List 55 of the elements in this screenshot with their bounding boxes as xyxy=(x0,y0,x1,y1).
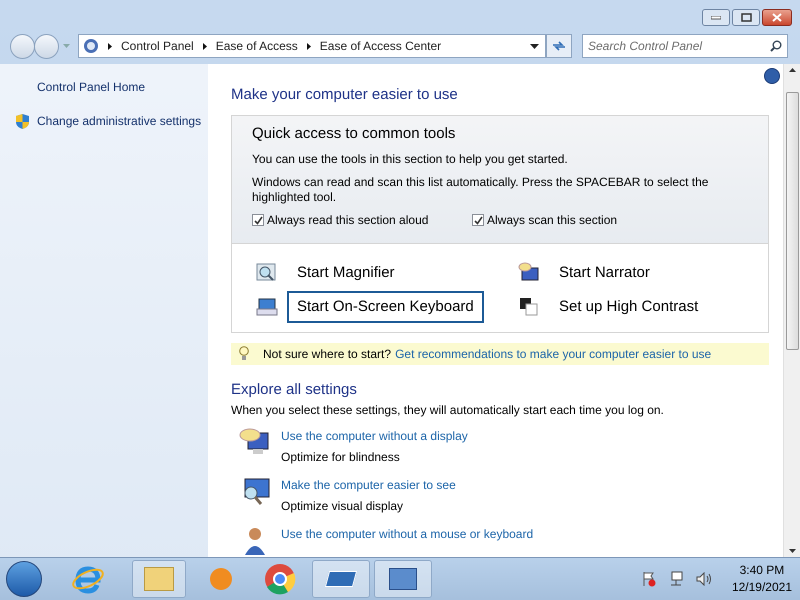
settings-link[interactable]: Use the computer without a mouse or keyboard xyxy=(281,525,534,543)
checkbox[interactable] xyxy=(472,214,484,226)
tool-link[interactable]: Set up High Contrast xyxy=(549,290,708,324)
recommendations-link[interactable]: Get recommendations to make your computer easier to use xyxy=(395,344,712,363)
scrollbar[interactable] xyxy=(783,64,800,557)
close-icon xyxy=(772,13,782,22)
speaker-icon[interactable] xyxy=(696,572,712,586)
refresh-icon xyxy=(552,40,566,52)
lightbulb-icon xyxy=(239,346,249,362)
keyboard-monitor-icon xyxy=(256,296,278,318)
tool-link[interactable]: Start On-Screen Keyboard xyxy=(287,290,484,324)
start-button[interactable] xyxy=(6,561,42,597)
breadcrumb-arrow-icon[interactable] xyxy=(306,42,311,50)
close-button[interactable] xyxy=(762,9,792,26)
section-title: Quick access to common tools xyxy=(252,124,456,144)
checkbox-label: Always scan this section xyxy=(487,212,618,229)
refresh-button[interactable] xyxy=(546,34,572,58)
search-icon xyxy=(770,40,782,52)
browser-icon[interactable] xyxy=(264,563,296,595)
description-text: You can use the tools in this section to help you get started. xyxy=(252,151,569,168)
scroll-down-arrow-icon[interactable] xyxy=(788,549,796,553)
tip-text: Not sure where to start? xyxy=(263,346,392,363)
scrollbar-thumb[interactable] xyxy=(786,92,798,350)
settings-description: Optimize for blindness xyxy=(281,449,401,466)
clock-time[interactable]: 3:40 PM xyxy=(740,562,784,579)
breadcrumb-item[interactable]: Ease of Access Center xyxy=(320,37,442,55)
breadcrumb-arrow-icon[interactable] xyxy=(108,42,112,50)
clock-date[interactable]: 12/19/2021 xyxy=(732,579,792,596)
tool-link[interactable]: Start Magnifier xyxy=(287,256,405,290)
breadcrumb-item[interactable]: Ease of Access xyxy=(216,37,298,55)
settings-link[interactable]: Use the computer without a display xyxy=(281,427,468,445)
scroll-up-arrow-icon[interactable] xyxy=(788,68,796,72)
sidebar-link[interactable]: Change administrative settings xyxy=(37,112,202,130)
tool-link[interactable]: Start Narrator xyxy=(549,256,660,290)
minimize-icon xyxy=(711,16,721,20)
contrast-squares-icon xyxy=(518,296,540,318)
section-title: Explore all settings xyxy=(231,380,358,400)
dropdown-arrow-icon xyxy=(530,44,539,48)
description-text: When you select these settings, they will automatically start each time you log on. xyxy=(231,402,665,419)
search-field[interactable]: Search Control Panel xyxy=(582,34,788,58)
settings-description: Optimize visual display xyxy=(281,498,404,515)
sidebar-link[interactable]: Control Panel Home xyxy=(37,78,146,96)
flag-icon[interactable] xyxy=(642,571,656,587)
page-heading: Make your computer easier to use xyxy=(231,85,459,105)
breadcrumb-arrow-icon[interactable] xyxy=(202,42,207,50)
address-bar[interactable]: Control Panel Ease of Access Ease of Access Center xyxy=(78,34,546,58)
checkbox[interactable] xyxy=(252,214,264,226)
description-text: Windows can read and scan this list automatically. Press the SPACEBAR to select the highlighted tool. xyxy=(252,175,710,205)
minimize-button[interactable] xyxy=(702,9,730,26)
restore-icon xyxy=(740,13,752,22)
breadcrumb-item[interactable]: Control Panel xyxy=(121,37,194,55)
dropdown-arrow-icon xyxy=(63,44,70,48)
checkbox-label: Always read this section aloud xyxy=(267,212,428,229)
maximize-button[interactable] xyxy=(732,9,760,26)
settings-link[interactable]: Make the computer easier to see xyxy=(281,476,456,494)
